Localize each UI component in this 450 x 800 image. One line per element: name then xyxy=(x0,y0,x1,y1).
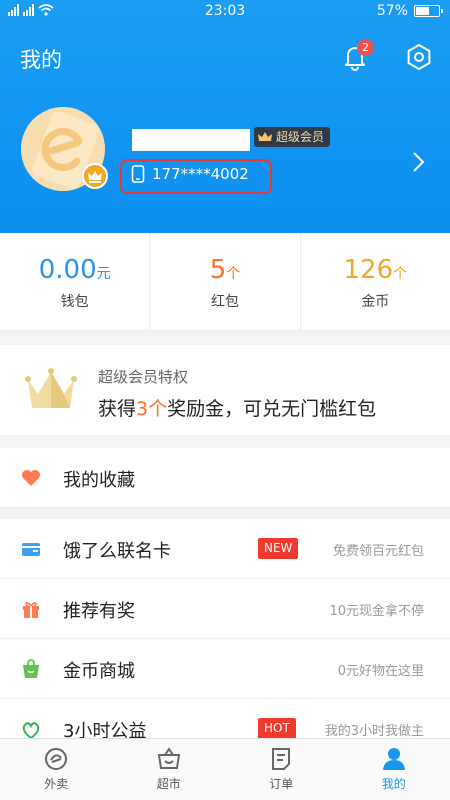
heart-icon xyxy=(22,470,40,486)
order-icon xyxy=(272,748,291,770)
charity-icon xyxy=(22,722,40,740)
tab-orders[interactable]: 订单 xyxy=(225,739,338,800)
wallet-value: 0.00 xyxy=(38,255,97,285)
takeout-icon xyxy=(45,748,68,770)
coins-label: 金币 xyxy=(361,294,390,310)
menu-section: 饿了么联名卡 NEW 免费领百元红包 推荐有奖 10元现金拿不停 金币商城 0元… xyxy=(0,519,450,759)
vip-label: 超级会员 xyxy=(276,130,325,144)
tab-label: 我的 xyxy=(381,777,406,791)
redpacket-label: 红包 xyxy=(210,294,239,310)
menu-item-coin-mall[interactable]: 金币商城 0元好物在这里 xyxy=(0,639,450,699)
favorites-item[interactable]: 我的收藏 xyxy=(0,448,450,508)
menu-item-hint: 我的3小时我做主 xyxy=(324,724,424,739)
favorites-section: 我的收藏 xyxy=(0,448,450,508)
favorites-label: 我的收藏 xyxy=(63,470,135,491)
menu-item-label: 推荐有奖 xyxy=(63,601,135,622)
redpacket-unit: 个 xyxy=(226,266,241,282)
menu-item-hint: 10元现金拿不停 xyxy=(329,604,424,619)
coins-value: 126 xyxy=(343,255,394,285)
battery-status: 57% xyxy=(376,3,443,19)
card-icon xyxy=(22,543,40,556)
tab-market[interactable]: 超市 xyxy=(113,739,226,800)
gift-icon xyxy=(23,602,39,618)
status-bar: 23:03 57% xyxy=(0,0,450,24)
tab-label: 超市 xyxy=(156,777,181,791)
tab-profile[interactable]: 我的 xyxy=(338,739,450,800)
username-redacted xyxy=(132,129,250,151)
page-title: 我的 xyxy=(20,48,62,72)
crown-icon xyxy=(88,171,102,183)
super-member-banner[interactable]: 超级会员特权 获得3个奖励金，可兑无门槛红包 xyxy=(0,345,450,435)
tab-label: 外卖 xyxy=(44,777,69,791)
battery-icon xyxy=(414,5,443,17)
benefit-prefix: 获得 xyxy=(98,398,137,420)
redpacket-value: 5 xyxy=(209,255,227,285)
menu-item-referral[interactable]: 推荐有奖 10元现金拿不停 xyxy=(0,579,450,639)
bottom-tab-bar: 外卖 超市 订单 我的 xyxy=(0,738,450,800)
phone-number: 177****4002 xyxy=(152,165,249,183)
stats-row: 0.00元 钱包 5个 红包 126个 金币 xyxy=(0,233,450,331)
member-subtitle: 超级会员特权 xyxy=(98,368,189,386)
tab-takeout[interactable]: 外卖 xyxy=(0,739,113,800)
crown-icon xyxy=(258,132,272,141)
menu-item-label: 金币商城 xyxy=(63,661,135,682)
vip-tag[interactable]: 超级会员 xyxy=(254,127,331,147)
menu-item-label: 饿了么联名卡 xyxy=(63,541,171,562)
chevron-right-icon[interactable] xyxy=(410,150,426,174)
bag-icon xyxy=(23,659,39,678)
profile-icon xyxy=(382,748,405,770)
vip-crown-badge xyxy=(82,163,108,189)
benefit-count: 3个 xyxy=(136,398,168,420)
coins-stat[interactable]: 126个 金币 xyxy=(301,233,450,330)
coins-unit: 个 xyxy=(393,266,408,282)
phone-icon xyxy=(131,165,145,183)
menu-item-hint: 免费领百元红包 xyxy=(332,544,424,559)
wallet-label: 钱包 xyxy=(60,294,89,310)
new-tag: NEW xyxy=(258,538,299,559)
member-benefit-text: 获得3个奖励金，可兑无门槛红包 xyxy=(98,394,376,421)
notification-badge: 2 xyxy=(357,39,374,56)
menu-item-cobrand-card[interactable]: 饿了么联名卡 NEW 免费领百元红包 xyxy=(0,519,450,579)
tab-label: 订单 xyxy=(269,777,294,791)
market-icon xyxy=(157,747,180,769)
battery-percent: 57% xyxy=(376,3,408,19)
menu-item-hint: 0元好物在这里 xyxy=(337,664,424,679)
wallet-stat[interactable]: 0.00元 钱包 xyxy=(0,233,151,330)
crown-icon xyxy=(25,368,77,408)
benefit-suffix: 奖励金，可兑无门槛红包 xyxy=(167,398,377,420)
settings-gear-icon[interactable] xyxy=(404,42,434,72)
wallet-unit: 元 xyxy=(96,266,111,282)
profile-header: 23:03 57% 我的 2 超级会员 177****4002 xyxy=(0,0,450,233)
redpacket-stat[interactable]: 5个 红包 xyxy=(150,233,301,330)
hot-tag: HOT xyxy=(258,718,296,739)
